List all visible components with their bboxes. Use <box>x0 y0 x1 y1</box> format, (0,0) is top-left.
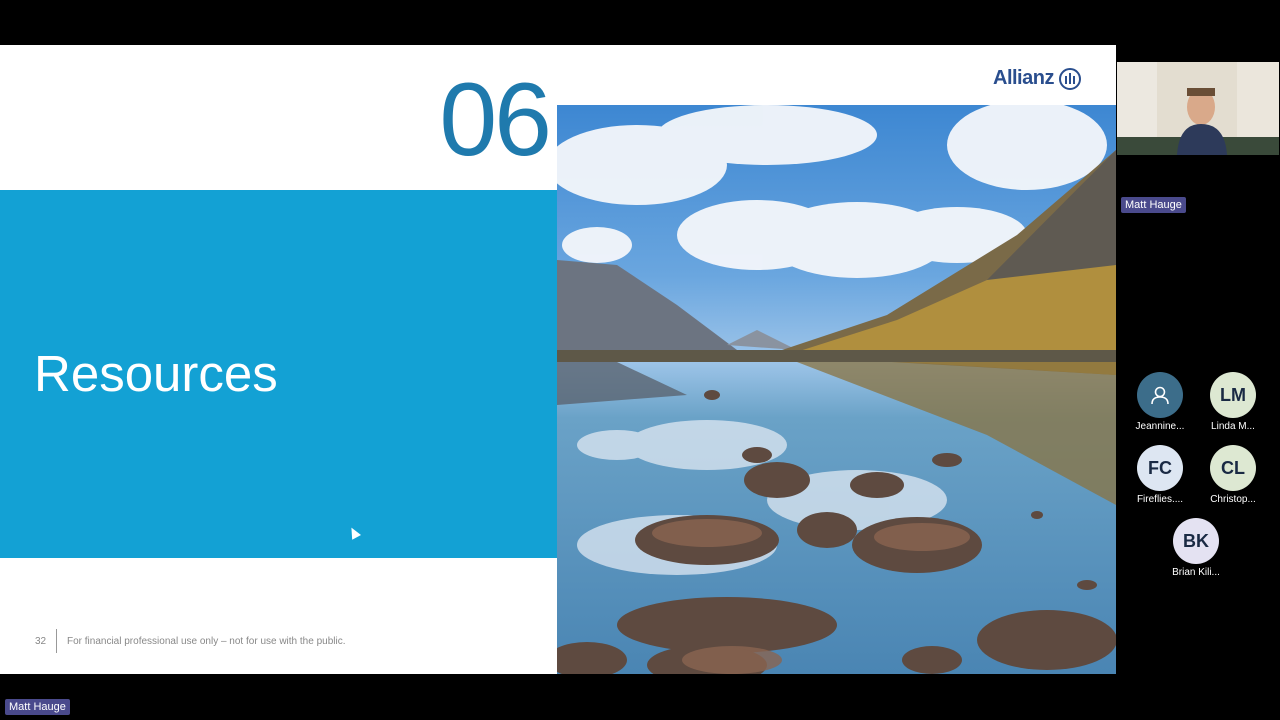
page-number: 32 <box>35 636 47 647</box>
participant-name: Jeannine... <box>1135 421 1185 432</box>
avatar: CL <box>1210 445 1256 491</box>
brand-logo-text: Allianz <box>993 67 1054 89</box>
person-icon <box>1151 386 1169 405</box>
avatar <box>1137 372 1183 418</box>
avatar: BK <box>1173 518 1219 564</box>
mountain-lake-photo <box>557 105 1116 674</box>
speaker-name-tag: Matt Hauge <box>1121 197 1186 213</box>
participant-name: Brian Kili... <box>1172 567 1220 578</box>
shared-slide: 06 Allianz Resources 32 For financial pr… <box>0 45 1116 674</box>
disclaimer: For financial professional use only – no… <box>67 636 346 647</box>
participant-name: Fireflies.... <box>1136 494 1184 505</box>
allianz-eagle-icon <box>1058 67 1081 90</box>
participant-tile[interactable]: LM Linda M... <box>1198 372 1268 432</box>
avatar: FC <box>1137 445 1183 491</box>
section-number: 06 <box>439 62 552 178</box>
participant-tile[interactable]: FC Fireflies.... <box>1125 445 1195 505</box>
participant-tile[interactable]: CL Christop... <box>1198 445 1268 505</box>
slide-title: Resources <box>34 345 278 402</box>
participant-name: Christop... <box>1210 494 1256 505</box>
presenter-name-tag: Matt Hauge <box>5 699 70 715</box>
participant-name: Linda M... <box>1211 421 1255 432</box>
footer-divider <box>56 629 57 653</box>
participant-tile[interactable]: BK Brian Kili... <box>1161 518 1231 578</box>
brand-logo: Allianz <box>993 67 1081 90</box>
mouse-cursor-icon <box>347 525 361 540</box>
speaker-video[interactable] <box>1117 62 1279 155</box>
avatar: LM <box>1210 372 1256 418</box>
title-panel: Resources <box>0 190 557 558</box>
participant-tile[interactable]: Jeannine... <box>1125 372 1195 432</box>
